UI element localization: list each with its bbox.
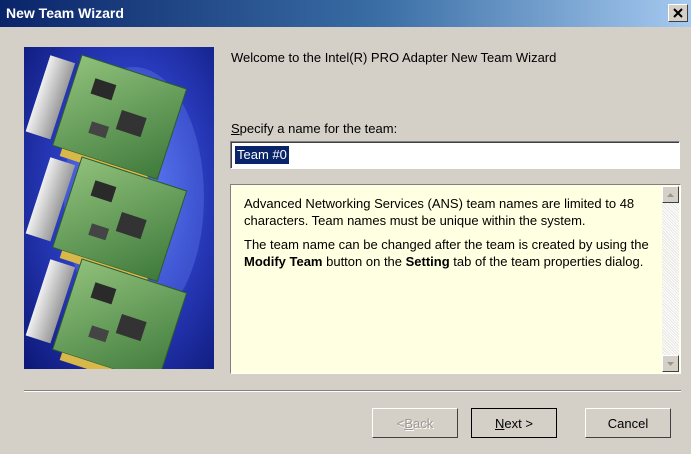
next-button-rest: ext > [504, 415, 533, 431]
info-text-segment: tab of the team properties dialog. [449, 254, 644, 269]
scroll-up-button[interactable] [662, 186, 679, 203]
back-button-mnemonic: B [404, 415, 414, 431]
welcome-text: Welcome to the Intel(R) PRO Adapter New … [231, 50, 557, 65]
close-icon [673, 8, 683, 18]
title-bar[interactable]: New Team Wizard [0, 0, 691, 27]
setting-emphasis: Setting [405, 254, 450, 269]
team-name-value: Team #0 [235, 146, 289, 164]
cancel-button[interactable]: Cancel [585, 408, 671, 438]
button-separator [24, 390, 681, 392]
info-text: Advanced Networking Services (ANS) team … [244, 195, 654, 277]
back-button[interactable]: < Back [372, 408, 458, 438]
info-box: Advanced Networking Services (ANS) team … [230, 184, 681, 374]
back-button-prefix: < [396, 415, 405, 431]
wizard-window: New Team Wizard Welcome to the Intel(R) … [0, 0, 691, 454]
next-button-mnemonic: N [495, 415, 505, 431]
info-paragraph-2: The team name can be changed after the t… [244, 236, 654, 270]
next-button[interactable]: Next > [471, 408, 557, 438]
close-button[interactable] [668, 4, 688, 22]
modify-team-emphasis: Modify Team [244, 254, 323, 269]
window-title: New Team Wizard [6, 5, 124, 21]
team-name-label: Specify a name for the team: [231, 121, 397, 136]
info-paragraph-1: Advanced Networking Services (ANS) team … [244, 196, 635, 228]
team-name-input[interactable]: Team #0 [230, 141, 680, 169]
team-name-label-mnemonic: S [231, 121, 240, 136]
back-button-rest: ack [413, 415, 434, 431]
info-text-segment: The team name can be changed after the t… [244, 237, 649, 252]
scroll-down-button[interactable] [662, 355, 679, 372]
team-name-label-rest: pecify a name for the team: [239, 121, 398, 136]
info-scrollbar[interactable] [662, 186, 679, 372]
scroll-up-arrow-icon [667, 192, 674, 197]
scroll-down-arrow-icon [667, 361, 674, 366]
info-text-segment: button on the [322, 254, 406, 269]
network-adapter-cards-image [24, 47, 214, 369]
